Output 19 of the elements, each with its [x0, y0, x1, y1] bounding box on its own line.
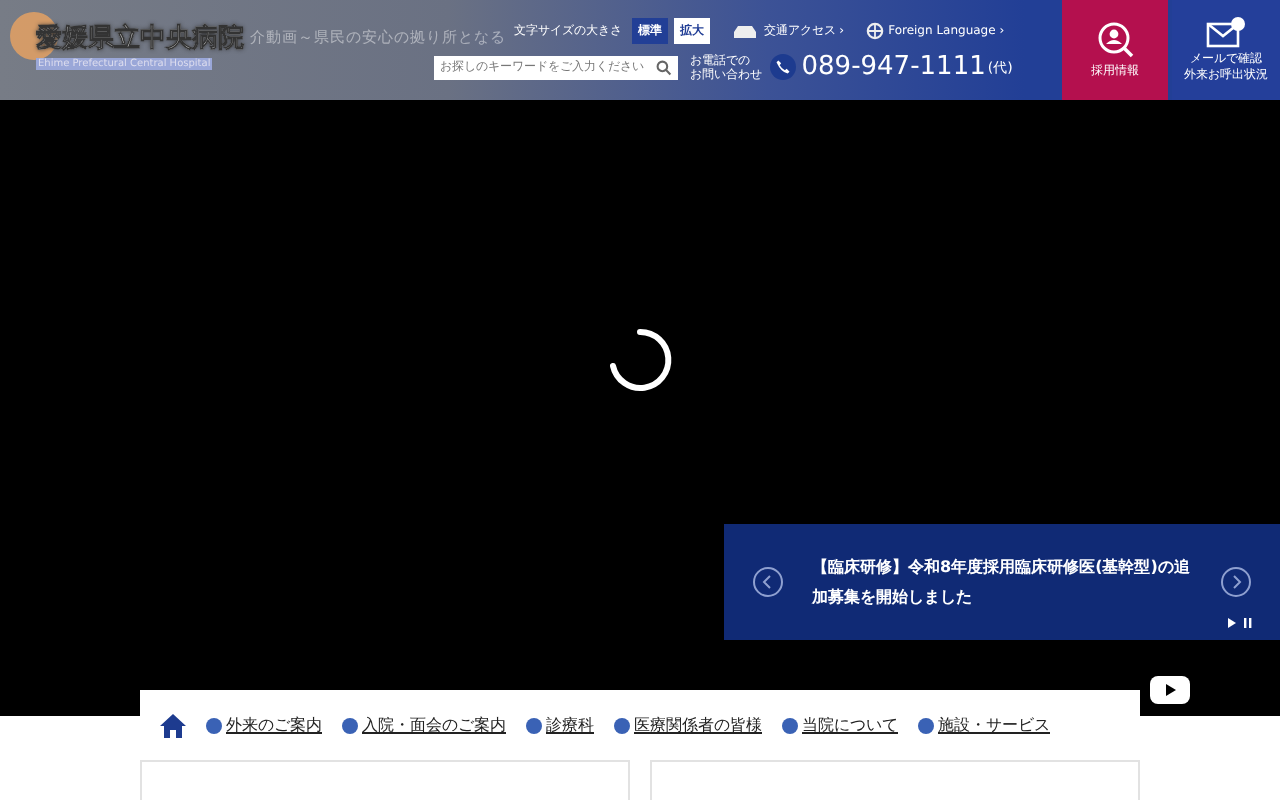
globe-icon [866, 22, 885, 40]
nav-link[interactable]: 施設・サービス [918, 714, 1050, 736]
nav-link[interactable]: 医療関係者の皆様 [614, 714, 762, 736]
envelope-icon [1206, 16, 1247, 48]
loading-spinner-icon [606, 326, 674, 394]
next-icon[interactable] [1220, 566, 1252, 598]
phone-icon [769, 54, 796, 80]
search-icon[interactable] [655, 59, 672, 75]
youtube-logo-icon[interactable] [1150, 676, 1190, 704]
nav-link[interactable]: 診療科 [526, 714, 594, 736]
phone-number[interactable]: 089-947-1111 [801, 52, 986, 82]
play-pause-icon[interactable] [1228, 618, 1252, 628]
news-link[interactable]: 【臨床研修】令和8年度採用臨床研修医(基幹型)の追加募集を開始しました [784, 552, 1220, 612]
nav-link[interactable]: 当院について [782, 714, 898, 736]
nav-link[interactable]: 外来のご案内 [206, 714, 322, 736]
nav-link[interactable]: 入院・面会のご案内 [342, 714, 506, 736]
person-search-icon [1095, 20, 1136, 60]
previous-icon[interactable] [752, 566, 784, 598]
home-icon[interactable] [160, 713, 186, 737]
